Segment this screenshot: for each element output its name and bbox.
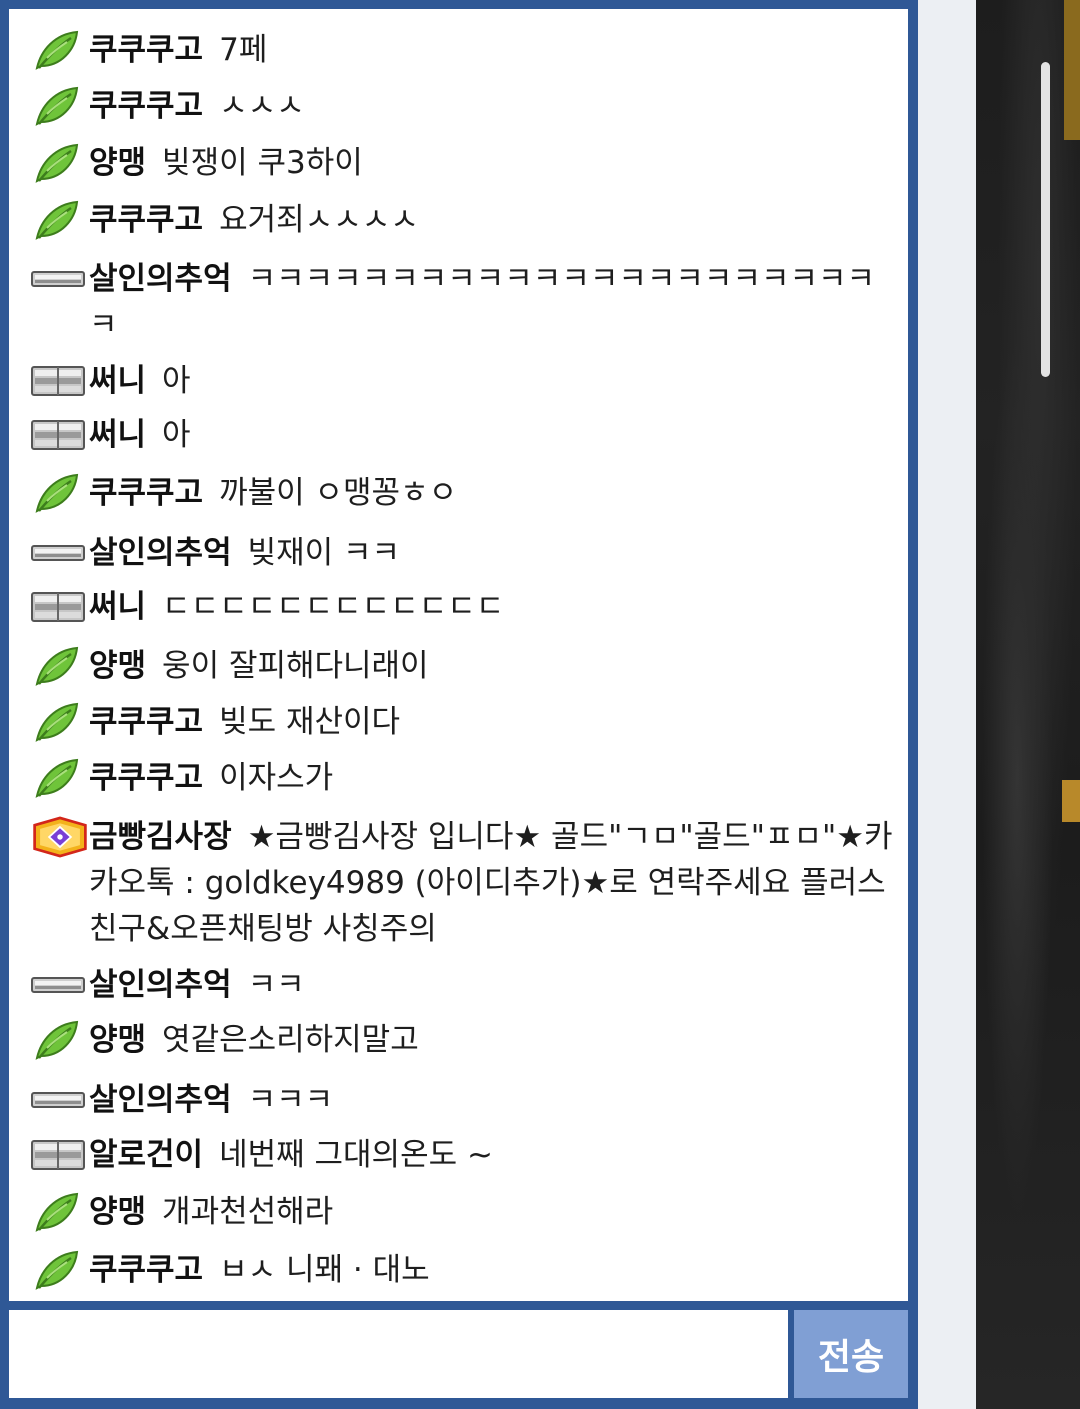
chat-nickname[interactable]: 살인의추억 [89,261,232,297]
chat-message-text: 빚도 재산이다 [219,704,401,740]
chat-panel: 쿠쿠쿠고 7페 쿠쿠쿠고 ㅅㅅㅅ 양맹 빚쟁이 쿠3하이 쿠쿠쿠고 요거죄ㅅㅅㅅㅅ 살인의추억 ㅋ… [0,0,918,1409]
chat-message: 양맹 개과천선해라 [31,1189,903,1235]
chat-message-text: 7페 [219,32,268,68]
gray-bar-icon [31,256,89,302]
chat-message-text: ㅅㅅㅅ [219,88,305,124]
chat-nickname[interactable]: 써니 [89,589,146,625]
send-button[interactable]: 전송 [794,1310,908,1398]
chat-message-text: 빚재이 ㅋㅋ [247,535,401,571]
gray-stack-icon [31,412,89,458]
leaf-icon [31,1017,89,1063]
chat-nickname[interactable]: 써니 [89,417,146,453]
chat-log[interactable]: 쿠쿠쿠고 7페 쿠쿠쿠고 ㅅㅅㅅ 양맹 빚쟁이 쿠3하이 쿠쿠쿠고 요거죄ㅅㅅㅅㅅ 살인의추억 ㅋ… [9,9,908,1301]
chat-nickname[interactable]: 양맹 [89,648,146,684]
leaf-icon [31,83,89,129]
chat-message: 써니 아 [31,412,903,458]
chat-message-text: ㅋㅋ [247,967,305,1003]
chat-nickname[interactable]: 써니 [89,363,146,399]
chat-message: 양맹 빚쟁이 쿠3하이 [31,140,903,186]
chat-message-text: 웅이 잘피해다니래이 [162,648,429,684]
leaf-icon [31,27,89,73]
chat-message: 살인의추억 빚재이 ㅋㅋ [31,530,903,576]
chat-nickname[interactable]: 살인의추억 [89,535,232,571]
chat-message: 양맹 웅이 잘피해다니래이 [31,643,903,689]
chat-nickname[interactable]: 살인의추억 [89,1082,232,1118]
leaf-icon [31,1189,89,1235]
leaf-icon [31,197,89,243]
gray-bar-icon [31,530,89,576]
leaf-icon [31,470,89,516]
chat-message: 알로건이 네번째 그대의온도 ~ [31,1132,903,1178]
gray-stack-icon [31,584,89,630]
leaf-icon [31,140,89,186]
chat-input[interactable] [9,1310,788,1398]
game-ornament [1064,0,1080,140]
chat-message: 살인의추억 ㅋㅋ [31,962,903,1008]
gray-bar-icon [31,962,89,1008]
gray-stack-icon [31,358,89,404]
chat-nickname[interactable]: 쿠쿠쿠고 [89,32,203,68]
leaf-icon [31,1247,89,1293]
chat-message: 쿠쿠쿠고 ㅂㅅ 니뫠 · 대노 [31,1247,903,1293]
chat-message-text: 아 [162,417,191,453]
leaf-icon [31,755,89,801]
chat-message: 쿠쿠쿠고 7페 [31,27,903,73]
chat-message-text: 이자스가 [219,760,334,796]
chat-message: 쿠쿠쿠고 이자스가 [31,755,903,801]
chat-message-text: 개과천선해라 [162,1194,334,1230]
chat-nickname[interactable]: 쿠쿠쿠고 [89,1252,203,1288]
game-background [976,0,1080,1409]
chat-nickname[interactable]: 양맹 [89,1022,146,1058]
gray-bar-icon [31,1077,89,1123]
chat-message: 금빵김사장 ★금빵김사장 입니다★ 골드"ㄱㅁ"골드"ㅍㅁ"★카카오톡 : gol… [31,814,903,952]
gray-stack-icon [31,1132,89,1178]
chat-message-text: ㅋㅋㅋ [247,1082,334,1118]
chat-nickname[interactable]: 쿠쿠쿠고 [89,704,203,740]
chat-message-text: ㅂㅅ 니뫠 · 대노 [219,1252,430,1288]
chat-nickname[interactable]: 살인의추억 [89,967,232,1003]
chat-message-text: 요거죄ㅅㅅㅅㅅ [219,202,419,238]
chat-message-text: 네번째 그대의온도 ~ [219,1137,493,1173]
chat-message: 쿠쿠쿠고 요거죄ㅅㅅㅅㅅ [31,197,903,243]
chat-message: 쿠쿠쿠고 ㅅㅅㅅ [31,83,903,129]
chat-message-text: 까불이 ㅇ맹꽁ㅎㅇ [219,475,458,511]
chat-message: 써니 아 [31,358,903,404]
chat-message: 살인의추억 ㅋㅋㅋ [31,1077,903,1123]
chat-nickname[interactable]: 쿠쿠쿠고 [89,202,203,238]
leaf-icon [31,643,89,689]
chat-message: 쿠쿠쿠고 빚도 재산이다 [31,699,903,745]
chat-nickname[interactable]: 쿠쿠쿠고 [89,760,203,796]
game-ornament [1062,780,1080,822]
chat-nickname[interactable]: 금빵김사장 [89,819,232,855]
chat-nickname[interactable]: 양맹 [89,145,146,181]
chat-nickname[interactable]: 쿠쿠쿠고 [89,88,203,124]
scrollbar[interactable] [1041,62,1050,377]
gold-gem-icon [31,814,89,860]
chat-message: 쿠쿠쿠고 까불이 ㅇ맹꽁ㅎㅇ [31,470,903,516]
chat-nickname[interactable]: 쿠쿠쿠고 [89,475,203,511]
chat-message-text: 빚쟁이 쿠3하이 [162,145,363,181]
chat-nickname[interactable]: 양맹 [89,1194,146,1230]
chat-message-text: ㄷㄷㄷㄷㄷㄷㄷㄷㄷㄷㄷㄷ [162,589,505,625]
page-gutter [918,0,976,1409]
chat-message-text: 엿같은소리하지말고 [162,1022,419,1058]
chat-message: 살인의추억 ㅋㅋㅋㅋㅋㅋㅋㅋㅋㅋㅋㅋㅋㅋㅋㅋㅋㅋㅋㅋㅋㅋㅋ [31,256,903,348]
chat-message: 양맹 엿같은소리하지말고 [31,1017,903,1063]
chat-nickname[interactable]: 알로건이 [89,1137,203,1173]
chat-message-text: 아 [162,363,191,399]
leaf-icon [31,699,89,745]
chat-message: 써니 ㄷㄷㄷㄷㄷㄷㄷㄷㄷㄷㄷㄷ [31,584,903,630]
